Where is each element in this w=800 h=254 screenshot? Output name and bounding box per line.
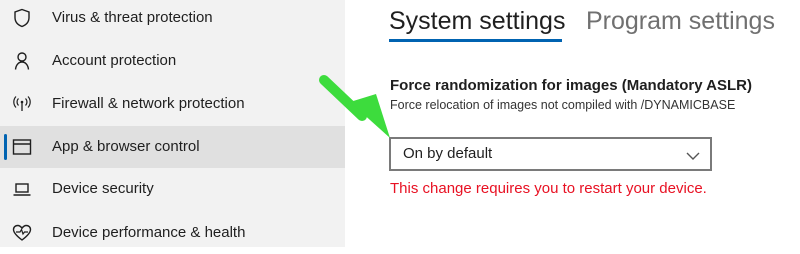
tab-program-settings[interactable]: Program settings — [586, 4, 775, 38]
sidebar-item-device-security[interactable]: Device security — [0, 168, 345, 210]
shield-icon — [11, 7, 33, 29]
green-arrow-icon — [319, 75, 390, 138]
laptop-icon — [11, 178, 33, 200]
person-icon — [11, 50, 33, 72]
sidebar-item-account-protection[interactable]: Account protection — [0, 40, 345, 82]
app-window-icon — [11, 136, 33, 158]
dropdown-selected-value: On by default — [403, 145, 493, 162]
sidebar-item-virus-threat-protection[interactable]: Virus & threat protection — [0, 0, 345, 39]
selection-indicator — [4, 134, 7, 160]
sidebar-item-label: Virus & threat protection — [52, 9, 213, 26]
active-tab-indicator — [389, 39, 562, 42]
tab-system-settings[interactable]: System settings — [389, 4, 565, 38]
aslr-dropdown[interactable]: On by default — [389, 137, 712, 171]
restart-warning: This change requires you to restart your… — [390, 180, 707, 197]
sidebar-item-label: Device performance & health — [52, 224, 246, 241]
chevron-down-icon — [686, 148, 700, 160]
setting-title: Force randomization for images (Mandator… — [390, 77, 752, 94]
setting-description: Force relocation of images not compiled … — [390, 98, 736, 112]
sidebar-item-firewall-network-protection[interactable]: Firewall & network protection — [0, 83, 345, 125]
sidebar-item-label: Account protection — [52, 52, 177, 69]
sidebar-item-device-performance-health[interactable]: Device performance & health — [0, 212, 345, 254]
sidebar-item-label: Firewall & network protection — [52, 95, 245, 112]
sidebar: Virus & threat protection Account protec… — [0, 0, 345, 247]
wireless-antenna-icon — [11, 93, 33, 115]
sidebar-item-label: App & browser control — [52, 138, 200, 155]
sidebar-item-app-browser-control[interactable]: App & browser control — [0, 126, 345, 168]
sidebar-item-label: Device security — [52, 180, 154, 197]
heart-icon — [11, 222, 33, 244]
